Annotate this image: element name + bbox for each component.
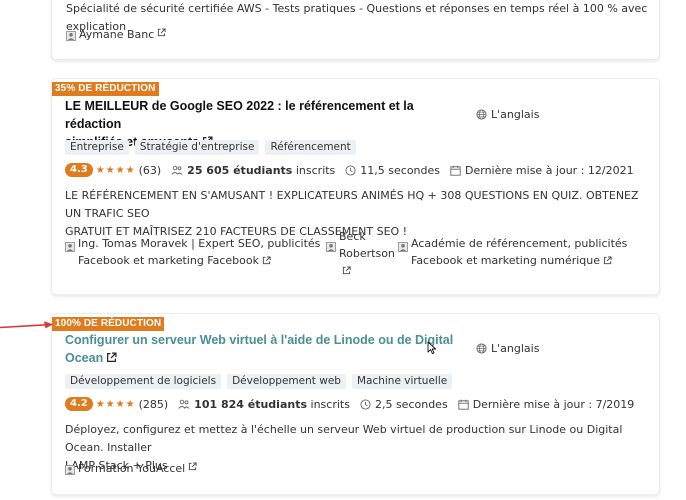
instructor-name[interactable]: Académie de référencement, publicités Fac…: [411, 235, 627, 269]
external-link-icon: [107, 352, 117, 362]
students-count: 101 824 étudiants: [194, 397, 308, 411]
course-card: 35% DE RÉDUCTION LE MEILLEUR de Google S…: [52, 79, 659, 294]
instructor-link[interactable]: Ing. Tomas Moravek | Expert SEO, publici…: [65, 235, 320, 269]
instructor-name-line2[interactable]: Facebook et marketing numérique: [411, 254, 600, 267]
clock-icon: [360, 398, 371, 410]
course-title-link[interactable]: Configurer un serveur Web virtuel à l'ai…: [65, 331, 465, 367]
person-icon: [326, 242, 336, 252]
instructor-link[interactable]: Académie de référencement, publicités Fac…: [398, 235, 627, 269]
tag-list: Développement de logiciels Développement…: [65, 374, 453, 389]
students-icon: [178, 399, 190, 409]
description-line1: LE RÉFÉRENCEMENT EN S'AMUSANT ! EXPLICAT…: [65, 189, 639, 220]
rating-badge: 4.3: [65, 163, 93, 177]
students-suffix: inscrits: [310, 397, 350, 411]
instructor-name[interactable]: Formation YouAccel: [78, 462, 185, 475]
mouse-cursor-icon: [427, 341, 437, 355]
course-title-line2[interactable]: Ocean: [65, 351, 103, 365]
last-updated: Dernière mise à jour : 12/2021: [465, 163, 634, 177]
students-suffix: inscrits: [295, 163, 336, 177]
students-meta: 101 824 étudiants inscrits: [178, 398, 350, 411]
instructor-link[interactable]: Aymane Banc: [66, 28, 166, 41]
instructor-name[interactable]: Aymane Banc: [79, 28, 154, 41]
globe-icon: [476, 109, 487, 120]
instructor-name-line1[interactable]: Ing. Tomas Moravek | Expert SEO, publici…: [78, 237, 320, 250]
duration-meta: 2,5 secondes: [360, 398, 448, 411]
last-updated: Dernière mise à jour : 7/2019: [472, 397, 635, 411]
language-label: L'anglais: [491, 342, 540, 355]
update-meta: Dernière mise à jour : 12/2021: [450, 164, 634, 177]
update-meta: Dernière mise à jour : 7/2019: [458, 397, 635, 411]
instructor-name[interactable]: Ing. Tomas Moravek | Expert SEO, publici…: [78, 235, 320, 269]
discount-badge: 35% DE RÉDUCTION: [52, 82, 159, 96]
course-title-line1[interactable]: Configurer un serveur Web virtuel à l'ai…: [65, 333, 453, 347]
review-count: (63): [138, 163, 162, 177]
external-link-icon: [262, 256, 271, 265]
students-meta: 25 605 étudiants inscrits: [171, 164, 335, 177]
course-language: L'anglais: [476, 108, 539, 121]
instructor-name[interactable]: Beck Robertson: [339, 228, 395, 279]
course-language: L'anglais: [476, 342, 539, 355]
course-card-previous: Spécialité de sécurité certifiée AWS - T…: [52, 0, 659, 59]
instructor-link[interactable]: Formation YouAccel: [65, 462, 197, 475]
globe-icon: [476, 343, 487, 354]
tag[interactable]: Développement web: [227, 374, 346, 389]
external-link-icon: [603, 256, 612, 265]
review-count: (285): [138, 397, 169, 411]
tag-list: Entreprise Stratégie d'entreprise Référe…: [65, 140, 356, 155]
calendar-icon: [450, 165, 461, 176]
tag[interactable]: Entreprise: [65, 140, 129, 155]
person-icon: [65, 465, 75, 475]
star-rating-icon: ★★★★: [95, 398, 136, 410]
clock-icon: [345, 164, 356, 176]
instructor-name-line2[interactable]: Robertson: [339, 247, 395, 260]
duration: 11,5 secondes: [360, 163, 441, 177]
external-link-icon: [342, 266, 351, 275]
course-meta: 4.2 ★★★★ (285) 101 824 étudiants inscrit…: [65, 397, 634, 411]
course-card: 100% DE RÉDUCTION Configurer un serveur …: [52, 314, 659, 494]
students-icon: [171, 165, 183, 175]
discount-badge: 100% DE RÉDUCTION: [52, 317, 165, 331]
course-title-line1[interactable]: LE MEILLEUR de Google SEO 2022 : le réfé…: [65, 99, 414, 131]
tag[interactable]: Stratégie d'entreprise: [134, 140, 260, 155]
rating-badge: 4.2: [65, 397, 93, 411]
duration-meta: 11,5 secondes: [345, 164, 440, 177]
external-link-icon: [158, 28, 166, 37]
calendar-icon: [458, 399, 469, 410]
students-count: 25 605 étudiants: [187, 163, 293, 177]
instructor-name-line2[interactable]: Facebook et marketing Facebook: [78, 254, 259, 267]
tag[interactable]: Machine virtuelle: [351, 374, 453, 389]
course-meta: 4.3 ★★★★ (63) 25 605 étudiants inscrits …: [65, 163, 634, 177]
person-icon: [66, 31, 76, 41]
tag[interactable]: Référencement: [265, 140, 356, 155]
description-line1: Déployez, configurez et mettez à l'échel…: [65, 423, 623, 454]
annotation-arrow-icon: [0, 321, 53, 329]
person-icon: [398, 242, 408, 252]
instructor-link[interactable]: Beck Robertson: [326, 228, 395, 279]
star-rating-icon: ★★★★: [95, 164, 136, 176]
language-label: L'anglais: [491, 108, 540, 121]
external-link-icon: [189, 462, 197, 471]
instructor-name-line1[interactable]: Beck: [339, 230, 366, 243]
instructor-name-line1[interactable]: Académie de référencement, publicités: [411, 237, 627, 250]
tag[interactable]: Développement de logiciels: [65, 374, 222, 389]
person-icon: [65, 242, 75, 252]
duration: 2,5 secondes: [374, 397, 448, 411]
